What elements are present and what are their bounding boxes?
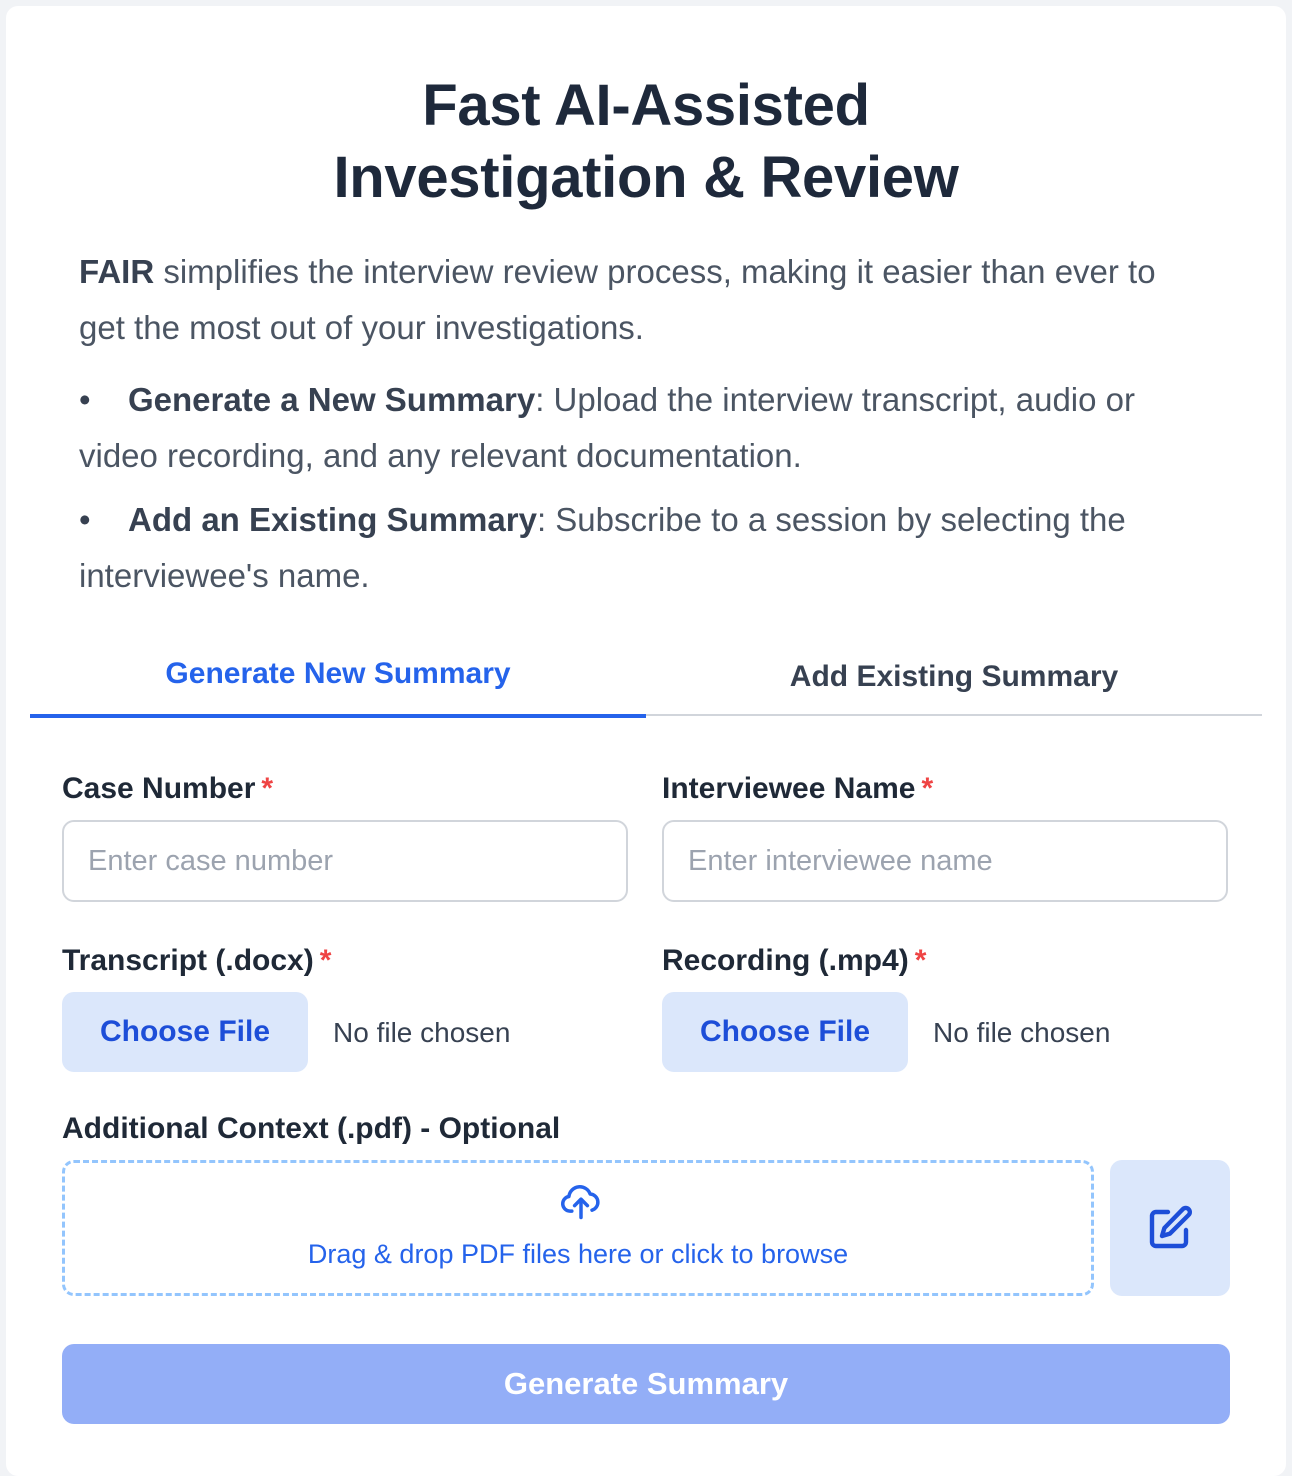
bullet-dot: •: [79, 381, 91, 418]
recording-label-text: Recording (.mp4): [662, 944, 909, 977]
edit-icon: [1149, 1205, 1192, 1249]
bullet-generate-title: Generate a New Summary: [128, 381, 536, 418]
bullet-add: • Add an Existing Summary: Subscribe to a…: [79, 492, 1199, 604]
required-marker: *: [319, 944, 332, 977]
case-number-input[interactable]: [62, 820, 628, 902]
tab-bar: Generate New Summary Add Existing Summar…: [30, 638, 1262, 718]
required-marker: *: [261, 772, 274, 805]
generate-summary-button[interactable]: Generate Summary: [62, 1344, 1230, 1424]
cloud-upload-icon: [561, 1185, 600, 1220]
interviewee-name-label: Interviewee Name *: [662, 772, 933, 806]
transcript-label: Transcript (.docx) *: [62, 944, 331, 978]
bullet-dot: •: [79, 501, 91, 538]
dropzone-text: Drag & drop PDF files here or click to b…: [307, 1239, 849, 1269]
recording-label: Recording (.mp4) *: [662, 944, 926, 978]
tab-generate-new-summary[interactable]: Generate New Summary: [30, 638, 646, 718]
recording-file-status: No file chosen: [933, 1017, 1111, 1048]
required-marker: *: [914, 944, 927, 977]
brand-name: FAIR: [79, 253, 155, 290]
title-line-2: Investigation & Review: [333, 145, 959, 210]
title-line-1: Fast AI-Assisted: [422, 73, 870, 138]
required-marker: *: [921, 772, 934, 805]
transcript-file-status: No file chosen: [333, 1017, 511, 1048]
interviewee-name-label-text: Interviewee Name: [662, 772, 916, 805]
main-card: Fast AI-Assisted Investigation & Review …: [6, 6, 1286, 1476]
interviewee-name-input[interactable]: [662, 820, 1228, 902]
pdf-dropzone[interactable]: Drag & drop PDF files here or click to b…: [62, 1160, 1094, 1296]
transcript-label-text: Transcript (.docx): [62, 944, 314, 977]
intro-paragraph: FAIR simplifies the interview review pro…: [79, 244, 1199, 356]
case-number-label-text: Case Number: [62, 772, 256, 805]
intro-text: simplifies the interview review process,…: [79, 253, 1156, 346]
tab-add-existing-summary[interactable]: Add Existing Summary: [646, 638, 1262, 716]
recording-choose-file-button[interactable]: Choose File: [662, 992, 908, 1072]
case-number-label: Case Number *: [62, 772, 273, 806]
additional-context-label: Additional Context (.pdf) - Optional: [62, 1112, 561, 1145]
page-title: Fast AI-Assisted Investigation & Review: [6, 70, 1286, 214]
bullet-generate: • Generate a New Summary: Upload the inte…: [79, 372, 1199, 484]
bullet-add-title: Add an Existing Summary: [128, 501, 537, 538]
edit-context-button[interactable]: [1110, 1160, 1230, 1296]
transcript-choose-file-button[interactable]: Choose File: [62, 992, 308, 1072]
